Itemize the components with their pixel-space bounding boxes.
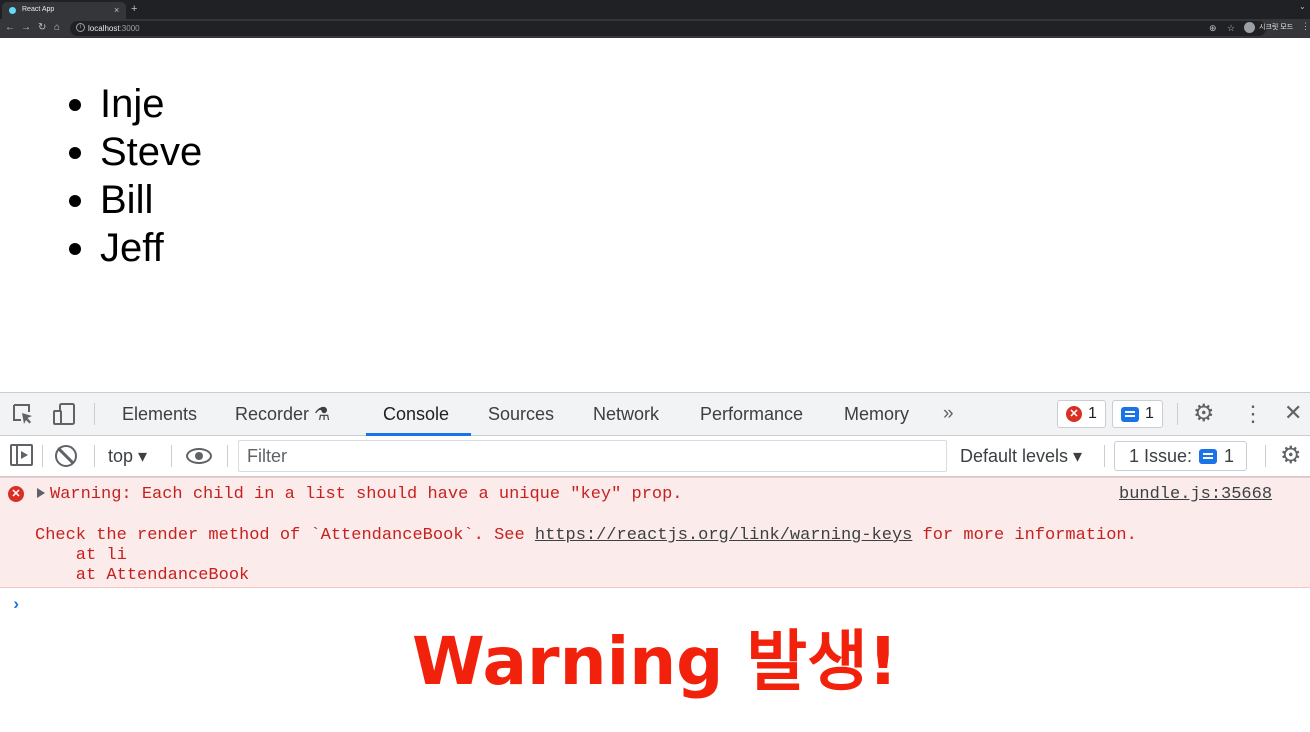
issue-icon xyxy=(1199,448,1218,464)
page-viewport: Inje Steve Bill Jeff xyxy=(0,38,1310,392)
list-item-text: Jeff xyxy=(100,226,164,270)
url-port: :3000 xyxy=(119,24,140,33)
error-count-badge[interactable]: ✕ 1 xyxy=(1057,400,1106,428)
console-prompt-icon[interactable]: › xyxy=(11,596,21,615)
more-tabs-icon[interactable]: » xyxy=(943,393,954,435)
bullet xyxy=(69,243,81,255)
live-expression-eye-icon[interactable] xyxy=(186,448,212,464)
zoom-icon[interactable]: ⊕ xyxy=(1209,22,1217,34)
tab-console[interactable]: Console xyxy=(383,393,449,435)
browser-tab[interactable]: React App × xyxy=(2,2,126,19)
list-item: Jeff xyxy=(69,224,202,272)
site-info-icon[interactable]: i xyxy=(76,23,85,32)
message-count-badge[interactable]: 1 xyxy=(1112,400,1163,428)
filter-input[interactable] xyxy=(238,440,947,472)
tab-sources[interactable]: Sources xyxy=(488,393,554,435)
reload-icon[interactable]: ↻ xyxy=(38,21,46,35)
devtools-menu-icon[interactable]: ⋮ xyxy=(1242,402,1264,426)
error-icon: ✕ xyxy=(1066,406,1082,422)
browser-toolbar: ← → ↻ ⌂ i localhost:3000 ⊕ ☆ 시크릿 모드 ⋮ xyxy=(0,19,1310,38)
list-item-text: Steve xyxy=(100,130,203,174)
log-levels-dropdown[interactable]: Default levels ▾ xyxy=(960,444,1082,468)
tab-close-icon[interactable]: × xyxy=(114,4,119,16)
browser-tabstrip: React App × + ⌄ xyxy=(0,0,1310,19)
incognito-icon xyxy=(1244,22,1255,33)
tab-performance[interactable]: Performance xyxy=(700,393,803,435)
warning-caption: Warning 발생! xyxy=(412,623,898,700)
error-count: 1 xyxy=(1088,405,1097,422)
divider xyxy=(171,445,172,467)
browser-menu-icon[interactable]: ⋮ xyxy=(1301,21,1310,32)
device-toolbar-icon[interactable] xyxy=(52,402,76,426)
error-icon: ✕ xyxy=(8,486,24,502)
clear-console-icon[interactable] xyxy=(55,445,77,467)
warning-detail: Check the render method of `AttendanceBo… xyxy=(35,526,1137,546)
console-toolbar: top ▾ Default levels ▾ 1 Issue: 1 ⚙ xyxy=(0,436,1310,477)
bullet xyxy=(69,195,81,207)
url-host: localhost xyxy=(88,24,120,33)
bullet xyxy=(69,147,81,159)
bullet xyxy=(69,99,81,111)
divider xyxy=(1177,403,1178,425)
detail-text-after: for more information. xyxy=(912,526,1137,545)
divider xyxy=(94,445,95,467)
home-icon[interactable]: ⌂ xyxy=(54,21,60,35)
docs-link[interactable]: https://reactjs.org/link/warning-keys xyxy=(535,526,912,545)
divider xyxy=(1265,445,1266,467)
new-tab-button[interactable]: + xyxy=(131,1,137,17)
incognito-label: 시크릿 모드 xyxy=(1259,24,1294,31)
source-link[interactable]: bundle.js:35668 xyxy=(1119,485,1272,505)
console-settings-gear-icon[interactable]: ⚙ xyxy=(1280,444,1302,468)
tab-network[interactable]: Network xyxy=(593,393,659,435)
list-item-text: Inje xyxy=(100,82,165,126)
stack-line-li: at li xyxy=(35,546,127,565)
message-count: 1 xyxy=(1145,405,1154,422)
back-icon[interactable]: ← xyxy=(5,21,15,35)
react-favicon-icon xyxy=(9,7,16,14)
issues-count: 1 xyxy=(1224,445,1235,466)
divider xyxy=(94,403,95,425)
attendance-list: Inje Steve Bill Jeff xyxy=(69,80,203,272)
expand-arrow-icon[interactable] xyxy=(37,488,45,498)
url-text: localhost:3000 xyxy=(88,23,140,34)
warning-headline: Warning: Each child in a list should hav… xyxy=(50,485,683,504)
incognito-profile[interactable]: 시크릿 모드 xyxy=(1244,22,1293,33)
address-bar[interactable]: i localhost:3000 ⊕ ☆ xyxy=(70,21,1266,36)
tab-elements[interactable]: Elements xyxy=(122,393,197,435)
stack-line-component: at AttendanceBook xyxy=(35,566,250,585)
message-icon xyxy=(1121,406,1139,422)
inspect-element-icon[interactable] xyxy=(12,403,34,425)
divider xyxy=(1104,445,1105,467)
list-item: Bill xyxy=(69,176,202,224)
forward-icon[interactable]: → xyxy=(21,21,31,35)
detail-text-before: Check the render method of `AttendanceBo… xyxy=(35,526,535,545)
close-devtools-icon[interactable]: ✕ xyxy=(1284,401,1302,425)
issues-button[interactable]: 1 Issue: 1 xyxy=(1114,441,1247,471)
bookmark-star-icon[interactable]: ☆ xyxy=(1227,22,1235,34)
settings-gear-icon[interactable]: ⚙ xyxy=(1193,402,1215,426)
tab-title: React App xyxy=(22,6,55,13)
tab-memory[interactable]: Memory xyxy=(844,393,909,435)
list-item: Inje xyxy=(69,80,202,128)
list-item: Steve xyxy=(69,128,203,176)
devtools-tabbar: Elements Recorder ⚗ Console Sources Netw… xyxy=(0,393,1310,436)
sidebar-toggle-icon[interactable] xyxy=(10,444,33,466)
divider xyxy=(227,445,228,467)
divider xyxy=(42,445,43,467)
console-error-message: ✕ Warning: Each child in a list should h… xyxy=(0,477,1310,588)
tab-recorder[interactable]: Recorder ⚗ xyxy=(235,393,330,435)
issues-label: 1 Issue: xyxy=(1129,445,1193,466)
list-item-text: Bill xyxy=(100,178,154,222)
context-selector[interactable]: top ▾ xyxy=(108,444,147,468)
tab-search-icon[interactable]: ⌄ xyxy=(1299,2,1306,11)
